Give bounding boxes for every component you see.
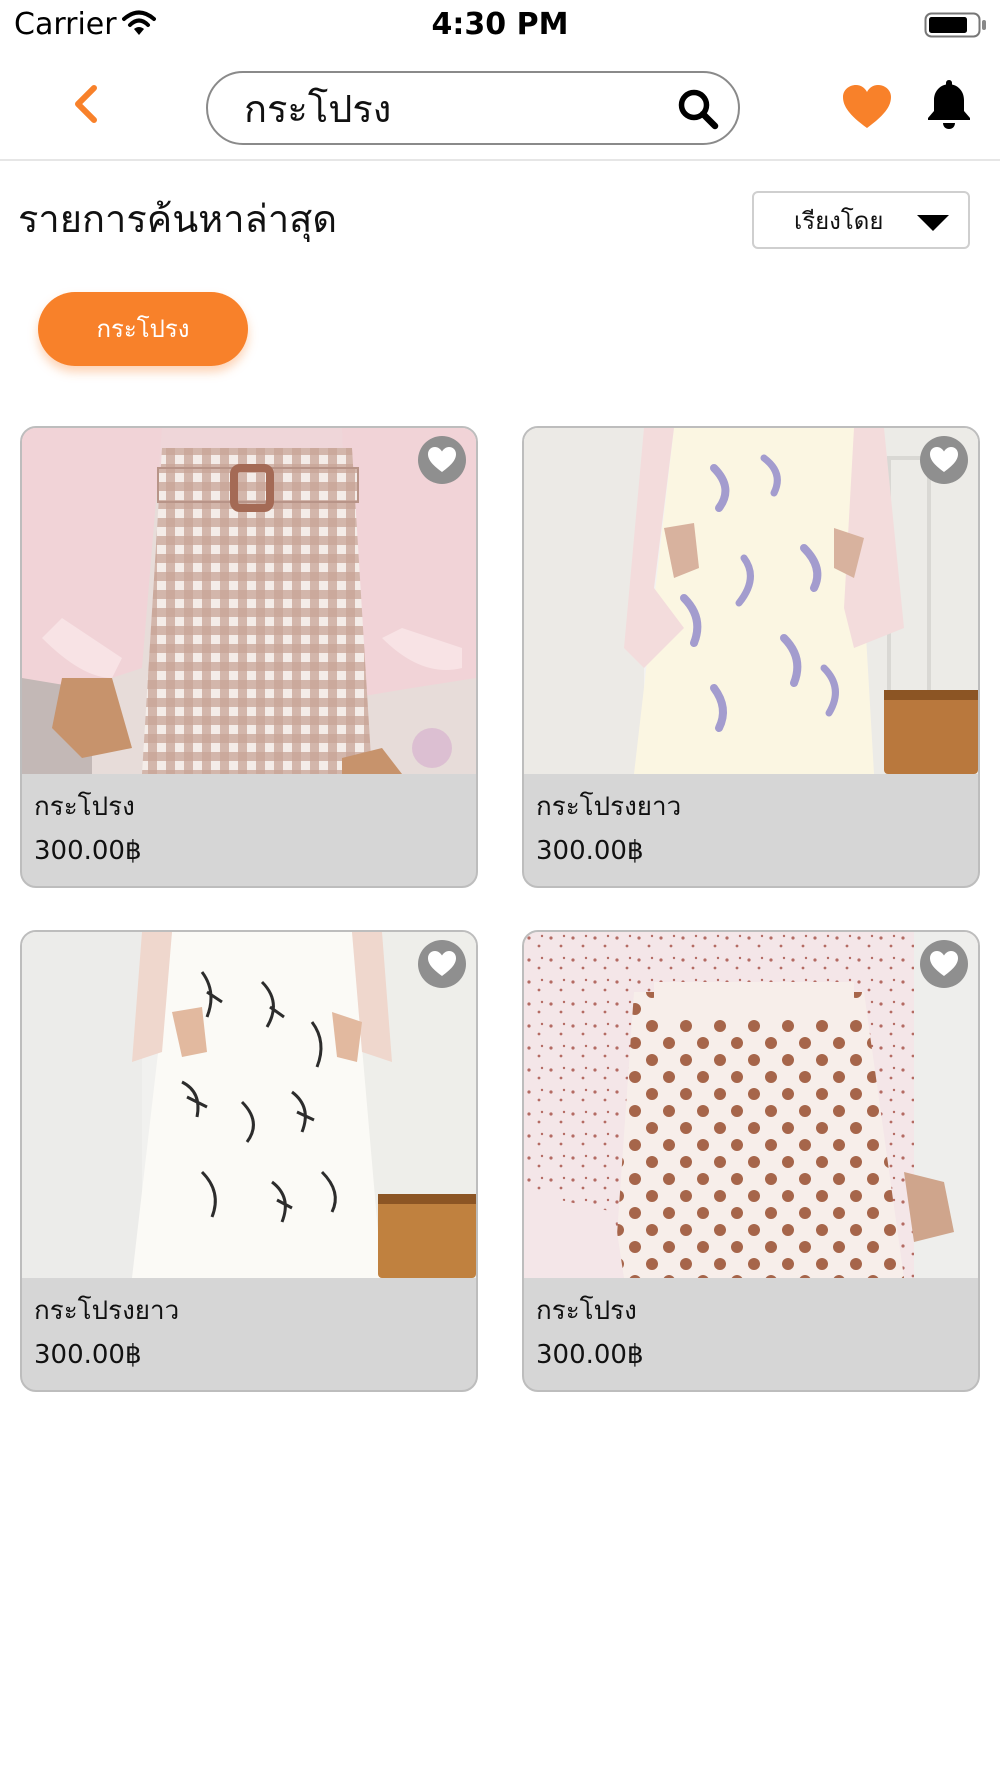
product-image[interactable] <box>524 428 978 774</box>
product-image[interactable] <box>22 932 476 1278</box>
back-icon[interactable] <box>62 78 114 130</box>
favorite-button[interactable] <box>920 436 968 484</box>
product-card[interactable]: กระโปรง 300.00฿ <box>20 426 478 888</box>
clock: 4:30 PM <box>431 7 569 42</box>
product-price: 300.00฿ <box>34 1340 142 1370</box>
bell-icon[interactable] <box>926 78 972 130</box>
product-price: 300.00฿ <box>536 836 644 866</box>
product-card[interactable]: กระโปรง 300.00฿ <box>522 930 980 1392</box>
product-image[interactable] <box>524 932 978 1278</box>
heart-icon[interactable] <box>842 84 892 130</box>
chevron-down-icon <box>917 215 949 231</box>
favorite-button[interactable] <box>418 940 466 988</box>
product-name: กระโปรงยาว <box>34 1296 180 1326</box>
sort-label: เรียงโดย <box>794 207 884 235</box>
status-bar: Carrier 4:30 PM <box>0 0 1000 50</box>
heart-outline-icon <box>930 447 958 472</box>
header <box>0 50 1000 161</box>
recent-search-chip[interactable]: กระโปรง <box>38 292 248 366</box>
product-image[interactable] <box>22 428 476 774</box>
product-price: 300.00฿ <box>536 1340 644 1370</box>
sort-dropdown[interactable]: เรียงโดย <box>752 191 970 249</box>
product-price: 300.00฿ <box>34 836 142 866</box>
heart-outline-icon <box>428 447 456 472</box>
sketch-print-skirt-image <box>22 932 476 1278</box>
recent-searches-title: รายการค้นหาล่าสุด <box>18 197 338 241</box>
favorite-button[interactable] <box>920 940 968 988</box>
search-box[interactable] <box>206 71 740 145</box>
product-name: กระโปรงยาว <box>536 792 682 822</box>
product-name: กระโปรง <box>536 1296 637 1326</box>
product-card[interactable]: กระโปรงยาว 300.00฿ <box>522 426 980 888</box>
gingham-skirt-image <box>22 428 476 774</box>
heart-outline-icon <box>930 951 958 976</box>
search-input[interactable] <box>244 83 624 133</box>
heart-outline-icon <box>428 951 456 976</box>
product-name: กระโปรง <box>34 792 135 822</box>
search-icon[interactable] <box>676 87 720 131</box>
favorite-button[interactable] <box>418 436 466 484</box>
leaf-print-skirt-image <box>524 428 978 774</box>
product-card[interactable]: กระโปรงยาว 300.00฿ <box>20 930 478 1392</box>
polka-dot-skirt-image <box>524 932 978 1278</box>
battery-icon <box>924 12 986 38</box>
